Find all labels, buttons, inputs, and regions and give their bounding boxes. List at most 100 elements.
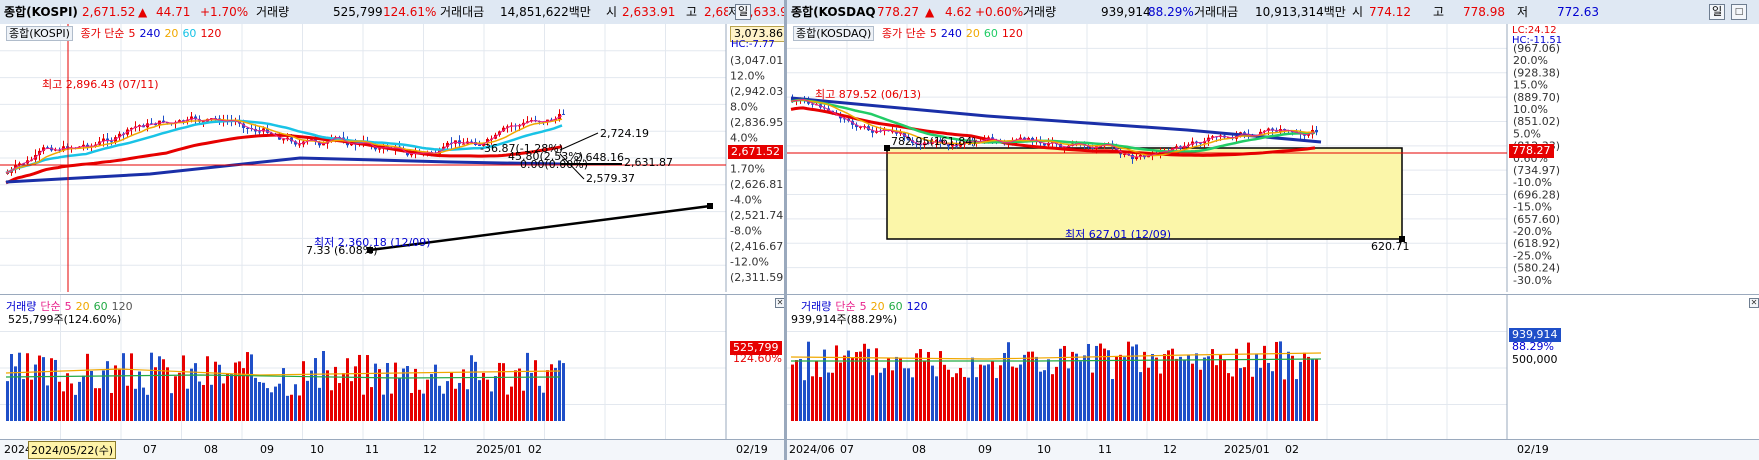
kospi-volume-bar [190, 368, 193, 421]
kosdaq-volume-bar [823, 349, 826, 421]
kospi-y-label: -4.0% [730, 194, 762, 207]
kospi-volume-bar [394, 362, 397, 421]
kosdaq-x-12: 12 [1163, 443, 1177, 456]
kosdaq-volume-bar [1023, 354, 1026, 421]
kosdaq-volume-chart[interactable] [787, 294, 1759, 441]
kospi-volume-bar [162, 359, 165, 421]
kosdaq-volume-bar [1219, 355, 1222, 421]
kospi-volume-bar [54, 359, 57, 421]
kospi-volume-bar [62, 391, 65, 421]
kospi-x-09: 09 [260, 443, 274, 456]
kospi-volume-bar [322, 351, 325, 421]
kosdaq-y-label: (928.38) [1513, 66, 1560, 79]
kosdaq-volume-bar [1195, 353, 1198, 421]
kosdaq-ann-box: 782.95(161.84) [891, 135, 977, 148]
kosdaq-volume-bar [931, 365, 934, 421]
kospi-volume-bar [554, 367, 557, 421]
kosdaq-volume-bar [907, 368, 910, 421]
kospi-period-button[interactable]: 일 [735, 4, 752, 20]
kosdaq-volume-bar [1263, 345, 1266, 421]
kosdaq-x-right: 02/19 [1517, 443, 1549, 456]
kospi-volume-bar [442, 393, 445, 421]
kosdaq-price-chart[interactable]: (967.06)20.0%(928.38)15.0%(889.70)10.0%(… [787, 24, 1759, 292]
kosdaq-maximize-icon[interactable]: □ [1731, 4, 1747, 20]
kospi-volume-bar [6, 381, 9, 421]
kosdaq-y-label: (734.97) [1513, 164, 1560, 177]
kospi-volume-bar [142, 387, 145, 421]
kospi-volume-bar [42, 357, 45, 421]
kospi-candle [562, 113, 565, 115]
kosdaq-range-handle [884, 145, 890, 151]
kosdaq-volume-bar [963, 376, 966, 421]
kospi-volume-bar [134, 388, 137, 421]
kospi-volume-bar [314, 358, 317, 421]
kospi-volume-bar [174, 376, 177, 421]
kospi-y-label: (2,942.03) [730, 85, 784, 98]
kosdaq-vol-ma20 [790, 352, 1322, 360]
kosdaq-volume-bar [1251, 376, 1254, 421]
kospi-volume-bar [22, 379, 25, 421]
kospi-volume-bar [170, 393, 173, 421]
kosdaq-volume-bar [1147, 367, 1150, 421]
kospi-name[interactable]: 종합(KOSPI) [4, 5, 78, 19]
kospi-volume-bar [338, 383, 341, 421]
kosdaq-legend: 종합(KOSDAQ) 종가 단순 5 240 20 60 120 [793, 25, 1027, 41]
kosdaq-x-07: 07 [840, 443, 854, 456]
kosdaq-volume-bar [1295, 379, 1298, 421]
kosdaq-volume-bar [999, 365, 1002, 421]
kosdaq-volume-bar [1059, 348, 1062, 421]
kospi-y-label: 8.0% [730, 101, 758, 114]
kosdaq-volume-bar [1259, 367, 1262, 421]
kosdaq-volume-bar [1223, 359, 1226, 421]
kospi-candle [378, 148, 381, 150]
kosdaq-volume-bar [863, 343, 866, 421]
kosdaq-volume-bar [839, 362, 842, 421]
kosdaq-volume-bar [875, 348, 878, 421]
kospi-legend-name: 종합(KOSPI) [6, 26, 73, 41]
kosdaq-open: 774.12 [1369, 5, 1411, 19]
kospi-volume-bar [526, 352, 529, 421]
kosdaq-volume-bar [1119, 354, 1122, 421]
kosdaq-legend-ma60: 60 [983, 27, 998, 40]
kospi-volume-bar [230, 373, 233, 421]
kospi-volume-bar [458, 382, 461, 421]
kosdaq-volume-bar [971, 357, 974, 421]
kosdaq-volume-bar [1115, 356, 1118, 421]
kosdaq-legend-name: 종합(KOSDAQ) [793, 26, 875, 41]
kospi-volume-bar [534, 360, 537, 421]
kosdaq-volume-bar [1267, 362, 1270, 421]
kosdaq-low-label: 저 [1517, 5, 1529, 19]
panel-divider[interactable] [784, 0, 787, 460]
kospi-volume-bar [346, 358, 349, 421]
kosdaq-y-label: 15.0% [1513, 79, 1548, 92]
kosdaq-period-button[interactable]: 일 [1709, 4, 1726, 20]
kospi-volume-bar [558, 360, 561, 421]
kosdaq-volume-bar [1227, 373, 1230, 421]
kosdaq-volume-bar [1103, 348, 1106, 421]
kospi-volume-bar [494, 376, 497, 421]
kospi-legend-ma120: 120 [200, 27, 222, 40]
kospi-volume-bar [254, 377, 257, 421]
kosdaq-volume-bar [1155, 357, 1158, 421]
kospi-y-label: (3,047.01) [730, 54, 784, 67]
kospi-x-2025-01: 2025/01 [476, 443, 522, 456]
kospi-y-label: (2,416.67) [730, 240, 784, 253]
kospi-volume-bar [278, 383, 281, 421]
kosdaq-y-label: 5.0% [1513, 127, 1541, 140]
kospi-x-axis: 2024 2024/05/22(수) 07 08 09 10 11 12 202… [0, 439, 784, 460]
kosdaq-volume-bar [1099, 343, 1102, 421]
kospi-volume-bar [366, 355, 369, 421]
kosdaq-volume-bar [1207, 356, 1210, 421]
kospi-vol-close-icon[interactable]: ✕ [775, 298, 784, 308]
kospi-volume-bar [250, 354, 253, 421]
kosdaq-volume-bar [1019, 364, 1022, 421]
kosdaq-volume-bar [911, 377, 914, 421]
kospi-volume-bar [426, 379, 429, 421]
kospi-y-label: (2,836.95) [730, 116, 784, 129]
kospi-volume-bar [106, 361, 109, 421]
kosdaq-vol-close-icon[interactable]: ✕ [1749, 298, 1759, 308]
kosdaq-volume-bar [831, 372, 834, 421]
kospi-y-label: 12.0% [730, 70, 765, 83]
kospi-price-chart[interactable]: (3,047.01) 12.0% (2,942.03) 8.0% (2,836.95) 4… [0, 24, 784, 292]
kosdaq-name[interactable]: 종합(KOSDAQ [791, 5, 876, 19]
